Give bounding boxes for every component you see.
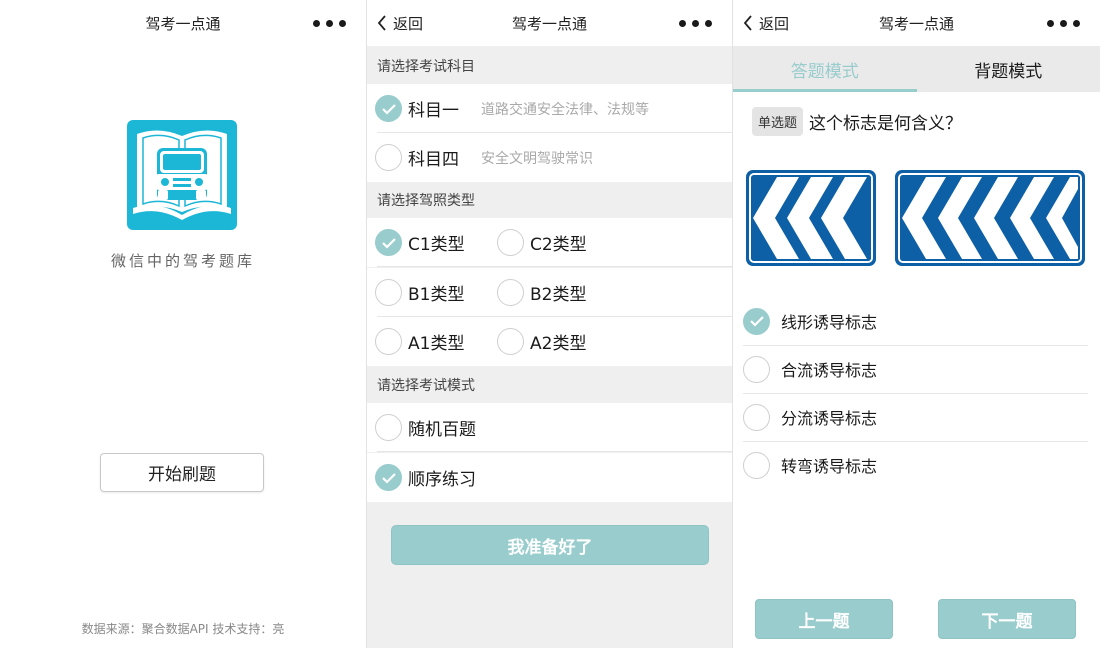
- subject-desc: 道路交通安全法律、法规等: [481, 101, 649, 118]
- radio-icon: [375, 144, 402, 171]
- nav-title: 驾考一点通: [878, 15, 954, 33]
- license-row: C1类型 C2类型: [367, 218, 732, 267]
- radio-icon: [375, 414, 402, 441]
- nav-title: 驾考一点通: [145, 15, 221, 33]
- slogan: 微信中的驾考题库: [110, 252, 255, 270]
- subject-label: 科目一: [408, 101, 459, 121]
- license-label: B1类型: [408, 285, 465, 305]
- checkmark-icon: [375, 464, 402, 491]
- mode-label: 顺序练习: [408, 470, 476, 490]
- subject-option-4[interactable]: 科目四 安全文明驾驶常识: [375, 133, 593, 182]
- radio-icon: [497, 328, 524, 355]
- radio-icon: [375, 279, 402, 306]
- license-label: C2类型: [530, 235, 587, 255]
- radio-icon: [743, 451, 770, 479]
- license-option-b1[interactable]: B1类型: [375, 268, 464, 317]
- license-label: C1类型: [408, 235, 465, 255]
- section-header-license: 请选择驾照类型: [367, 182, 732, 218]
- license-option-c2[interactable]: C2类型: [497, 218, 587, 267]
- mode-tabs: 答题模式 背题模式: [733, 46, 1100, 92]
- answer-label: 合流诱导标志: [781, 361, 878, 380]
- question-text: 这个标志是何含义？: [809, 114, 963, 134]
- more-menu-icon[interactable]: [313, 20, 346, 28]
- divider: [377, 451, 732, 452]
- ready-button[interactable]: 我准备好了: [391, 525, 709, 565]
- section-header-subject: 请选择考试科目: [367, 48, 732, 84]
- mode-row: 随机百题: [367, 403, 732, 452]
- answer-option-1[interactable]: 线形诱导标志: [743, 297, 1088, 345]
- license-row: B1类型 B2类型: [367, 268, 732, 317]
- prev-question-button[interactable]: 上一题: [755, 599, 893, 639]
- license-label: A1类型: [408, 334, 465, 354]
- checkmark-icon: [743, 307, 770, 335]
- license-label: A2类型: [530, 334, 587, 354]
- license-option-c1[interactable]: C1类型: [375, 218, 465, 267]
- radio-icon: [375, 328, 402, 355]
- subject-label: 科目四: [408, 150, 459, 170]
- traffic-sign-image: [746, 170, 876, 266]
- question: 单选题 这个标志是何含义？: [752, 107, 962, 136]
- subject-row: 科目四 安全文明驾驶常识: [367, 133, 732, 182]
- quiz-screen: 返回 驾考一点通 答题模式 背题模式 单选题 这个标志是何含义？ 线形诱导标志 …: [733, 0, 1100, 648]
- radio-icon: [743, 355, 770, 383]
- answer-label: 线形诱导标志: [781, 313, 878, 332]
- divider: [377, 266, 732, 267]
- nav-bar: 驾考一点通: [0, 0, 366, 46]
- license-option-a2[interactable]: A2类型: [497, 317, 586, 366]
- traffic-sign-image: [895, 170, 1085, 266]
- mode-label: 随机百题: [408, 420, 476, 440]
- radio-icon: [743, 403, 770, 431]
- tab-answer-mode[interactable]: 答题模式: [733, 46, 917, 92]
- start-practice-button[interactable]: 开始刷题: [100, 453, 264, 492]
- checkmark-icon: [375, 95, 402, 122]
- license-option-a1[interactable]: A1类型: [375, 317, 464, 366]
- nav-title: 驾考一点通: [511, 15, 587, 33]
- radio-icon: [497, 229, 524, 256]
- subject-row: 科目一 道路交通安全法律、法规等: [367, 84, 732, 133]
- more-menu-icon[interactable]: [1047, 20, 1080, 28]
- nav-bar: 返回 驾考一点通: [367, 0, 732, 46]
- tab-recite-mode[interactable]: 背题模式: [917, 46, 1100, 92]
- nav-bar: 返回 驾考一点通: [733, 0, 1100, 46]
- answer-option-4[interactable]: 转弯诱导标志: [743, 441, 1088, 489]
- app-logo: [127, 120, 237, 230]
- question-type-badge: 单选题: [752, 107, 804, 136]
- checkmark-icon: [375, 229, 402, 256]
- more-menu-icon[interactable]: [679, 20, 712, 28]
- answer-option-3[interactable]: 分流诱导标志: [743, 393, 1088, 441]
- footer-credits: 数据来源：聚合数据API 技术支持：亮: [81, 622, 285, 636]
- answer-option-2[interactable]: 合流诱导标志: [743, 345, 1088, 393]
- mode-row: 顺序练习: [367, 453, 732, 502]
- license-row: A1类型 A2类型: [367, 317, 732, 366]
- license-option-b2[interactable]: B2类型: [497, 268, 586, 317]
- answer-label: 转弯诱导标志: [781, 457, 878, 476]
- next-question-button[interactable]: 下一题: [938, 599, 1076, 639]
- section-header-mode: 请选择考试模式: [367, 367, 732, 403]
- subject-desc: 安全文明驾驶常识: [481, 150, 593, 167]
- splash-screen: 驾考一点通 微信中的驾考题库 开始刷题 数据来源：聚合数据API 技术支持：亮: [0, 0, 366, 648]
- radio-icon: [497, 279, 524, 306]
- subject-option-1[interactable]: 科目一 道路交通安全法律、法规等: [375, 84, 649, 133]
- mode-option-sequential[interactable]: 顺序练习: [375, 453, 476, 502]
- mode-option-random[interactable]: 随机百题: [375, 403, 476, 452]
- setup-screen: 返回 驾考一点通 请选择考试科目 科目一 道路交通安全法律、法规等 科目四 安全…: [367, 0, 732, 648]
- license-label: B2类型: [530, 285, 587, 305]
- answer-label: 分流诱导标志: [781, 409, 878, 428]
